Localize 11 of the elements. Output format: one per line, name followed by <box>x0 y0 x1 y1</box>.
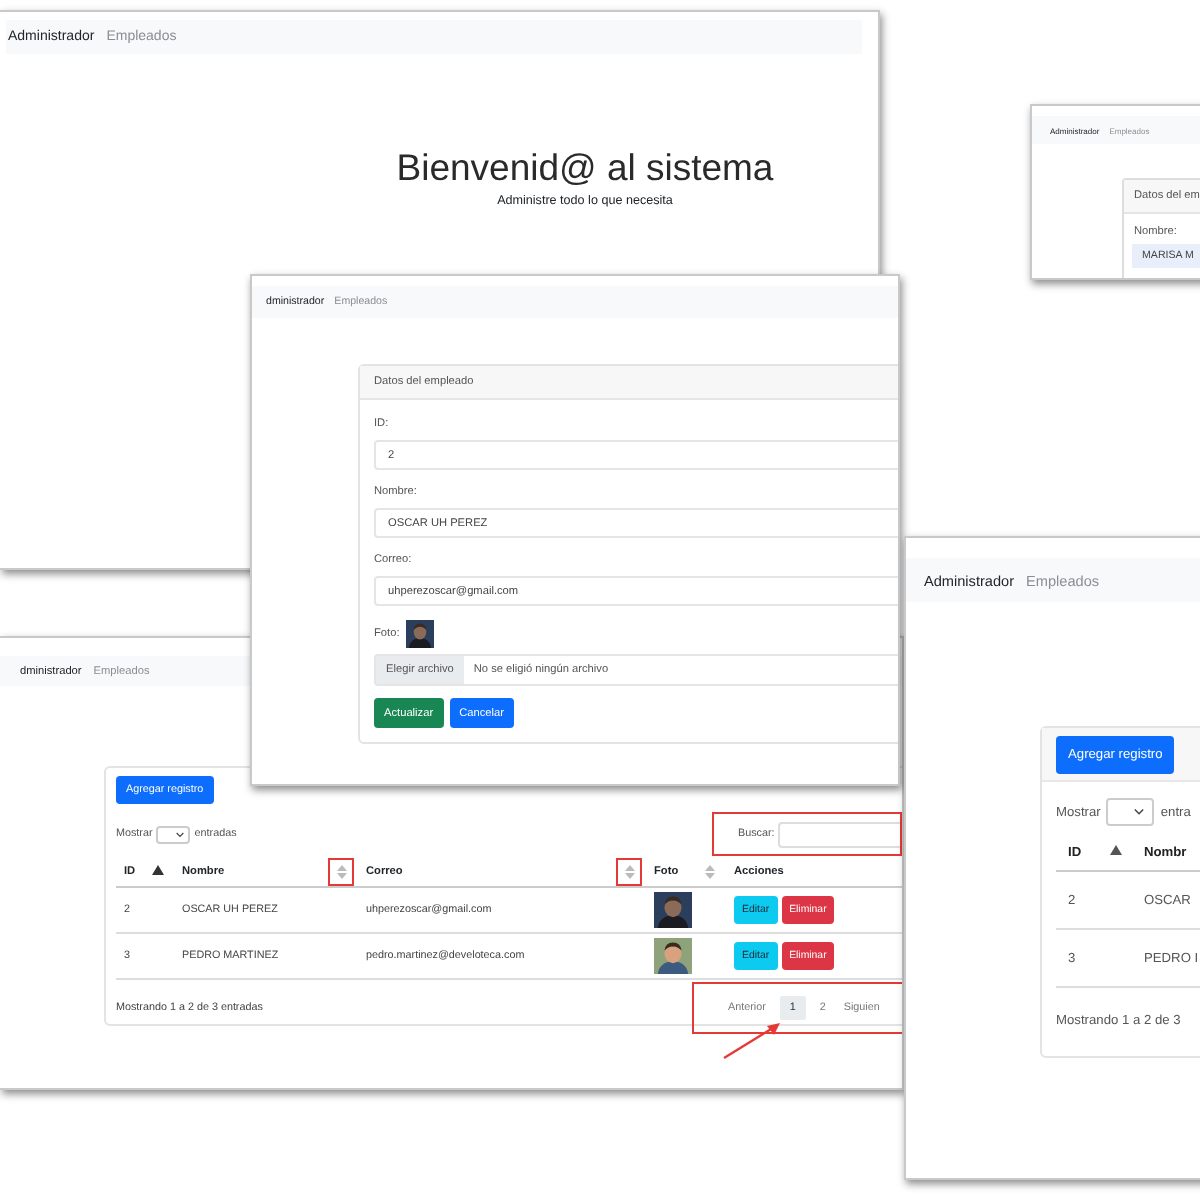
sort-icon[interactable] <box>703 864 715 880</box>
caret-icon <box>176 831 185 837</box>
sort-icon[interactable] <box>623 864 635 880</box>
page-title: Bienvenid@ al sistema <box>396 144 774 192</box>
length-select[interactable] <box>156 825 191 843</box>
search-field[interactable] <box>778 821 900 847</box>
sort-icon[interactable] <box>335 864 347 880</box>
length-select[interactable] <box>1106 798 1155 826</box>
caret-icon <box>1134 808 1145 816</box>
sort-ascending-icon[interactable] <box>1110 844 1122 860</box>
sort-ascending-icon[interactable] <box>151 864 163 880</box>
